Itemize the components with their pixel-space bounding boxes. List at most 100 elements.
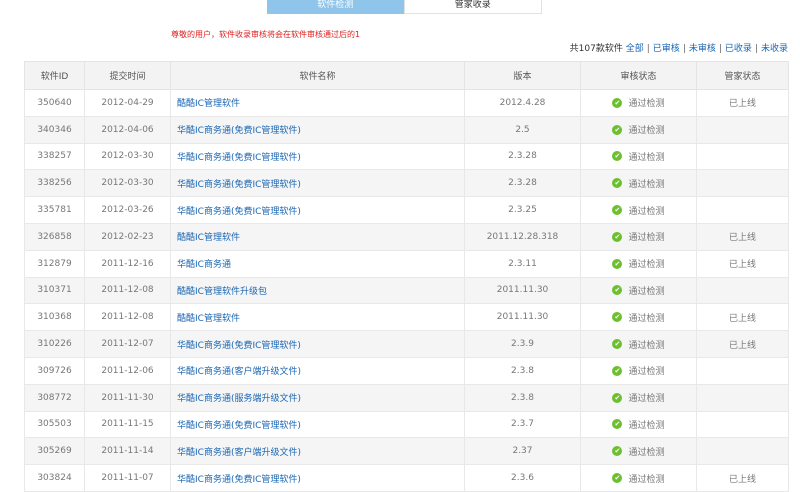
status-text: 通过检测	[628, 179, 665, 190]
table-row: 310368 2011-12-08 酷酷IC管理软件 2011.11.30 ✔ 通过检测 已…	[24, 303, 789, 332]
cell-software-id: 309726	[24, 356, 85, 385]
tab-manager-collection[interactable]: 管家收录	[403, 0, 542, 14]
cell-software-id: 310226	[24, 330, 85, 358]
table-body: 350640 2012-04-29 酷酷IC管理软件 2012.4.28 ✔ 通过检测 已上…	[24, 89, 789, 492]
cell-submit-time: 2011-12-06	[84, 356, 171, 385]
cell-version: 2.3.11	[464, 249, 581, 278]
cell-review-status: ✔ 通过检测	[580, 169, 697, 198]
cell-software-id: 338257	[24, 142, 85, 171]
cell-software-id: 326858	[24, 222, 85, 251]
cell-software-id: 335781	[24, 196, 85, 224]
table-row: 326858 2012-02-23 酷酷IC管理软件 2011.12.28.318 ✔ 通…	[24, 222, 789, 251]
check-circle-icon: ✔	[612, 151, 623, 162]
cell-submit-time: 2011-12-08	[84, 303, 171, 332]
software-name-link[interactable]: 华酷IC商务通(免费IC管理软件)	[177, 421, 301, 431]
cell-software-name: 华酷IC商务通(免费IC管理软件)	[170, 142, 465, 171]
tab-software-check[interactable]: 软件检测	[267, 0, 404, 14]
table-row: 309726 2011-12-06 华酷IC商务通(客户端升级文件) 2.3.8 ✔ 通过…	[24, 356, 789, 385]
table-header-row: 软件ID 提交时间 软件名称 版本 审核状态 管家状态	[24, 61, 789, 90]
cell-software-name: 华酷IC商务通(免费IC管理软件)	[170, 115, 465, 144]
check-circle-icon: ✔	[612, 312, 623, 323]
cell-software-id: 350640	[24, 89, 85, 117]
table-row: 312879 2011-12-16 华酷IC商务通 2.3.11 ✔ 通过检测 已上线	[24, 249, 789, 278]
software-name-link[interactable]: 华酷IC商务通(免费IC管理软件)	[177, 207, 301, 217]
software-name-link[interactable]: 华酷IC商务通(免费IC管理软件)	[177, 475, 301, 485]
status-text: 通过检测	[628, 286, 665, 297]
cell-version: 2.3.8	[464, 356, 581, 385]
cell-manager-status	[696, 356, 789, 385]
header-software-name: 软件名称	[170, 61, 465, 90]
table-row: 310371 2011-12-08 酷酷IC管理软件升级包 2011.11.30 ✔ 通过…	[24, 276, 789, 305]
cell-software-name: 酷酷IC管理软件	[170, 89, 465, 117]
table-row: 305269 2011-11-14 华酷IC商务通(客户端升级文件) 2.37 ✔ 通过检…	[24, 437, 789, 466]
cell-submit-time: 2011-11-14	[84, 437, 171, 466]
cell-version: 2.3.8	[464, 383, 581, 412]
software-name-link[interactable]: 酷酷IC管理软件	[177, 314, 240, 324]
software-name-link[interactable]: 华酷IC商务通(服务端升级文件)	[177, 394, 301, 404]
cell-manager-status	[696, 383, 789, 412]
filter-reviewed[interactable]: 已审核	[653, 44, 680, 54]
cell-version: 2.3.6	[464, 464, 581, 492]
software-name-link[interactable]: 华酷IC商务通(免费IC管理软件)	[177, 153, 301, 163]
status-text: 通过检测	[628, 474, 665, 485]
software-name-link[interactable]: 华酷IC商务通(免费IC管理软件)	[177, 341, 301, 351]
cell-software-id: 340346	[24, 115, 85, 144]
cell-review-status: ✔ 通过检测	[580, 222, 697, 251]
cell-software-name: 华酷IC商务通(免费IC管理软件)	[170, 169, 465, 198]
cell-manager-status	[696, 169, 789, 198]
software-name-link[interactable]: 华酷IC商务通(免费IC管理软件)	[177, 180, 301, 190]
status-text: 通过检测	[628, 233, 665, 244]
cell-software-name: 华酷IC商务通	[170, 249, 465, 278]
cell-software-id: 310371	[24, 276, 85, 305]
cell-software-name: 华酷IC商务通(免费IC管理软件)	[170, 410, 465, 439]
software-name-link[interactable]: 华酷IC商务通	[177, 260, 231, 270]
cell-review-status: ✔ 通过检测	[580, 383, 697, 412]
check-circle-icon: ✔	[612, 97, 623, 108]
cell-software-name: 酷酷IC管理软件	[170, 303, 465, 332]
table-row: 305503 2011-11-15 华酷IC商务通(免费IC管理软件) 2.3.7 ✔ 通…	[24, 410, 789, 439]
status-text: 通过检测	[628, 206, 665, 217]
software-name-link[interactable]: 华酷IC商务通(客户端升级文件)	[177, 448, 301, 458]
cell-manager-status: 已上线	[696, 249, 789, 278]
software-table: 软件ID 提交时间 软件名称 版本 审核状态 管家状态 350640 2012-0…	[24, 61, 789, 492]
filter-collected[interactable]: 已收录	[725, 44, 752, 54]
status-text: 通过检测	[628, 126, 665, 137]
cell-software-name: 华酷IC商务通(免费IC管理软件)	[170, 464, 465, 492]
software-name-link[interactable]: 华酷IC商务通(免费IC管理软件)	[177, 126, 301, 136]
status-text: 通过检测	[628, 152, 665, 163]
cell-review-status: ✔ 通过检测	[580, 249, 697, 278]
separator: |	[682, 44, 686, 54]
cell-submit-time: 2012-03-30	[84, 142, 171, 171]
cell-manager-status: 已上线	[696, 89, 789, 117]
table-row: 335781 2012-03-26 华酷IC商务通(免费IC管理软件) 2.3.25 ✔…	[24, 196, 789, 224]
filter-uncollected[interactable]: 未收录	[761, 44, 788, 54]
cell-review-status: ✔ 通过检测	[580, 196, 697, 224]
cell-review-status: ✔ 通过检测	[580, 356, 697, 385]
cell-submit-time: 2012-04-29	[84, 89, 171, 117]
software-name-link[interactable]: 酷酷IC管理软件升级包	[177, 287, 267, 297]
cell-version: 2.37	[464, 437, 581, 466]
status-text: 通过检测	[628, 394, 665, 405]
cell-software-id: 305269	[24, 437, 85, 466]
filter-all[interactable]: 全部	[626, 44, 644, 54]
software-name-link[interactable]: 华酷IC商务通(客户端升级文件)	[177, 367, 301, 377]
cell-review-status: ✔ 通过检测	[580, 276, 697, 305]
cell-software-name: 酷酷IC管理软件升级包	[170, 276, 465, 305]
status-text: 通过检测	[628, 447, 665, 458]
software-name-link[interactable]: 酷酷IC管理软件	[177, 99, 240, 109]
cell-version: 2.3.28	[464, 169, 581, 198]
summary-bar: 共107款软件 全部 | 已审核 | 未审核 | 已收录 | 未收录	[570, 41, 788, 54]
cell-submit-time: 2011-12-07	[84, 330, 171, 358]
table-row: 338257 2012-03-30 华酷IC商务通(免费IC管理软件) 2.3.28 ✔…	[24, 142, 789, 171]
filter-unreviewed[interactable]: 未审核	[689, 44, 716, 54]
software-name-link[interactable]: 酷酷IC管理软件	[177, 233, 240, 243]
cell-review-status: ✔ 通过检测	[580, 89, 697, 117]
separator: |	[646, 44, 650, 54]
cell-version: 2011.11.30	[464, 303, 581, 332]
header-submit-time: 提交时间	[84, 61, 171, 90]
cell-review-status: ✔ 通过检测	[580, 142, 697, 171]
cell-software-id: 312879	[24, 249, 85, 278]
cell-manager-status	[696, 142, 789, 171]
software-count: 共107款软件	[569, 44, 623, 54]
cell-software-id: 308772	[24, 383, 85, 412]
